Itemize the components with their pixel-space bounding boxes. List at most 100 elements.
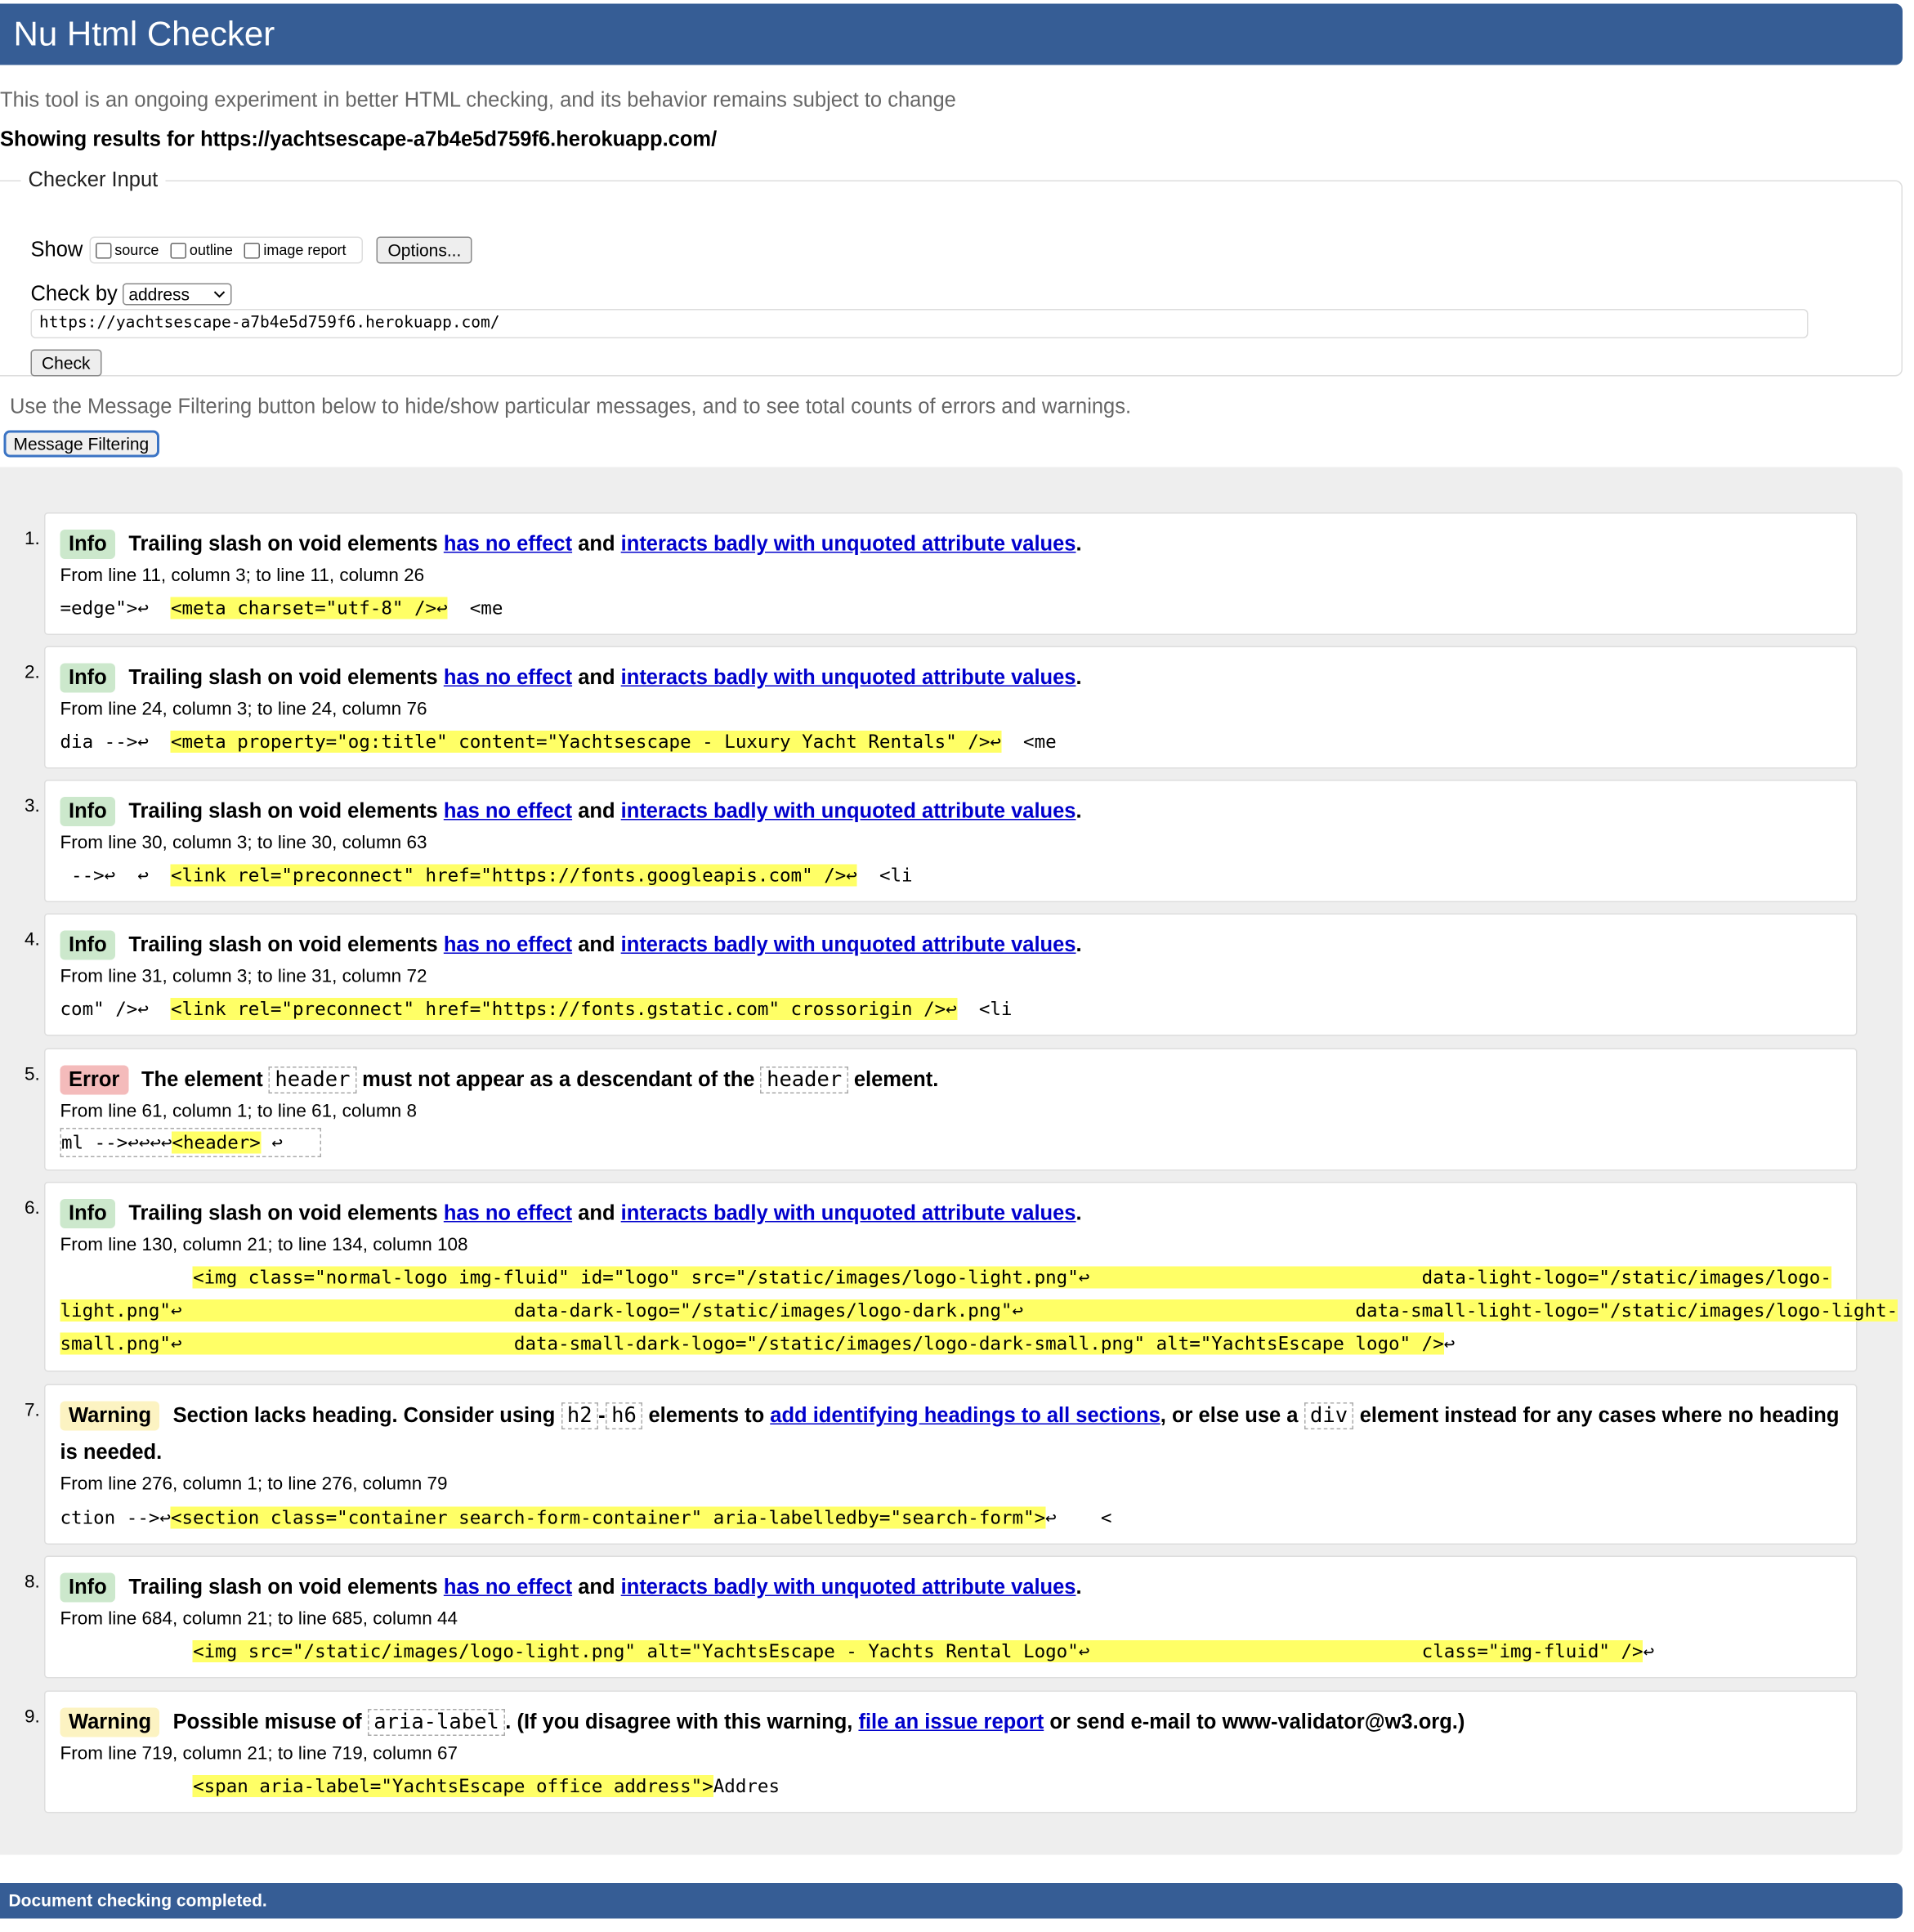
check-by-row: Check by address	[31, 282, 232, 306]
showing-results-text: Showing results for https://yachtsescape…	[0, 127, 718, 151]
add-headings-link[interactable]: add identifying headings to all sections	[770, 1404, 1160, 1428]
message-extract: com" />↩ <link rel="preconnect" href="ht…	[60, 993, 1759, 1026]
has-no-effect-link[interactable]: has no effect	[444, 799, 572, 823]
interacts-badly-link[interactable]: interacts badly with unquoted attribute …	[621, 1576, 1076, 1599]
extract-highlight: small.png"↩ data-small-dark-logo="/stati…	[60, 1332, 1444, 1355]
message-extract-line: light.png"↩ data-dark-logo="/static/imag…	[60, 1295, 1898, 1328]
message-location: From line 24, column 3; to line 24, colu…	[60, 699, 427, 720]
extract-context: ↩	[260, 1131, 283, 1154]
error-badge: Error	[60, 1065, 128, 1095]
message-part: .	[1076, 932, 1082, 957]
message-text: Info Trailing slash on void elements has…	[60, 1569, 1842, 1606]
code-token: aria-label	[367, 1709, 506, 1736]
extract-context: <li	[956, 998, 1013, 1020]
interacts-badly-link[interactable]: interacts badly with unquoted attribute …	[621, 799, 1076, 823]
message-item: 4. Info Trailing slash on void elements …	[25, 913, 1858, 1036]
extract-highlight: <img class="normal-logo img-fluid" id="l…	[193, 1266, 1831, 1289]
url-input[interactable]: https://yachtsescape-a7b4e5d759f6.heroku…	[30, 309, 1809, 338]
extract-context: ↩	[1443, 1332, 1456, 1355]
message-filtering-button[interactable]: Message Filtering	[3, 430, 159, 458]
outline-checkbox[interactable]: outline	[169, 241, 233, 259]
message-extract: -->↩ ↩ <link rel="preconnect" href="http…	[60, 860, 1759, 893]
options-button[interactable]: Options...	[376, 236, 472, 264]
message-part: elements to	[648, 1403, 765, 1428]
show-checkbox-group: source outline image report	[88, 236, 364, 264]
checkbox-box[interactable]	[95, 242, 111, 258]
interacts-badly-link[interactable]: interacts badly with unquoted attribute …	[621, 1201, 1076, 1225]
extract-context: ml -->↩↩↩↩	[61, 1131, 172, 1154]
message-location: From line 11, column 3; to line 11, colu…	[60, 565, 425, 587]
extract-highlight: <link rel="preconnect" href="https://fon…	[170, 864, 857, 887]
extract-highlight: <meta charset="utf-8" />↩	[170, 597, 448, 619]
message-number: 2.	[25, 662, 40, 683]
intro-text: This tool is an ongoing experiment in be…	[0, 88, 956, 112]
message-extract: dia -->↩ <meta property="og:title" conte…	[60, 726, 1759, 759]
message-number: 1.	[25, 528, 40, 550]
code-token: h2	[561, 1402, 599, 1429]
message-part: and	[578, 665, 615, 690]
extract-highlight: <section class="container search-form-co…	[170, 1506, 1046, 1529]
extract-highlight: <span aria-label="YachtsEscape office ad…	[193, 1775, 713, 1797]
message-number: 8.	[25, 1572, 40, 1593]
check-by-label: Check by	[30, 282, 118, 306]
message-part: Trailing slash on void elements	[128, 1201, 438, 1225]
code-token: header	[760, 1067, 848, 1093]
results-panel: 1. Info Trailing slash on void elements …	[0, 467, 1903, 1855]
file-issue-report-link[interactable]: file an issue report	[858, 1711, 1044, 1734]
image-report-checkbox[interactable]: image report	[244, 242, 346, 259]
info-badge: Info	[60, 663, 116, 693]
message-location: From line 31, column 3; to line 31, colu…	[60, 966, 427, 987]
message-part: must not appear as a descendant of the	[362, 1067, 755, 1092]
message-part: and	[578, 1201, 615, 1225]
check-button[interactable]: Check	[30, 349, 102, 377]
message-item: 8. Info Trailing slash on void elements …	[25, 1555, 1858, 1679]
extract-context: -->↩ ↩	[60, 864, 171, 887]
message-location: From line 130, column 21; to line 134, c…	[60, 1234, 468, 1256]
interacts-badly-link[interactable]: interacts badly with unquoted attribute …	[621, 933, 1076, 957]
interacts-badly-link[interactable]: interacts badly with unquoted attribute …	[621, 666, 1076, 690]
chevron-down-icon	[213, 290, 226, 297]
check-by-select[interactable]: address	[122, 283, 232, 306]
info-badge: Info	[60, 930, 116, 960]
message-item: 3. Info Trailing slash on void elements …	[25, 780, 1858, 902]
extract-highlight: light.png"↩ data-dark-logo="/static/imag…	[60, 1299, 1898, 1322]
message-item: 1. Info Trailing slash on void elements …	[25, 512, 1858, 635]
message-extract-line: small.png"↩ data-small-dark-logo="/stati…	[60, 1328, 1759, 1362]
filter-note: Use the Message Filtering button below t…	[10, 395, 1132, 418]
message-item: 7. Warning Section lacks heading. Consid…	[25, 1384, 1858, 1545]
message-location: From line 61, column 1; to line 61, colu…	[60, 1101, 417, 1122]
has-no-effect-link[interactable]: has no effect	[444, 1201, 572, 1225]
message-text: Error The element header must not appear…	[60, 1062, 1842, 1098]
message-part: element.	[853, 1067, 939, 1092]
extract-context: dia -->↩	[60, 731, 171, 753]
message-part: and	[578, 932, 615, 957]
message-number: 9.	[25, 1706, 40, 1728]
message-extract: <img src="/static/images/logo-light.png"…	[60, 1635, 1759, 1669]
interacts-badly-link[interactable]: interacts badly with unquoted attribute …	[621, 532, 1076, 556]
message-part: -	[598, 1403, 606, 1428]
message-location: From line 30, column 3; to line 30, colu…	[60, 832, 427, 854]
checkbox-box[interactable]	[169, 242, 186, 258]
top-header-bar: Nu Html Checker	[0, 3, 1903, 65]
message-part: or send e-mail to www-validator@w3.org.)	[1049, 1710, 1465, 1734]
checkbox-label: outline	[189, 241, 233, 259]
message-part: The element	[141, 1067, 263, 1092]
extract-context	[60, 1267, 194, 1289]
has-no-effect-link[interactable]: has no effect	[444, 1576, 572, 1599]
page-title: Nu Html Checker	[13, 15, 275, 53]
extract-highlight: <link rel="preconnect" href="https://fon…	[170, 998, 957, 1020]
has-no-effect-link[interactable]: has no effect	[444, 666, 572, 690]
source-checkbox[interactable]: source	[95, 242, 159, 259]
extract-context: Addres	[713, 1775, 780, 1797]
check-by-value: address	[128, 284, 190, 304]
message-number: 3.	[25, 795, 40, 817]
extract-context: =edge">↩	[60, 597, 171, 619]
has-no-effect-link[interactable]: has no effect	[444, 933, 572, 957]
message-part: .	[1076, 1201, 1082, 1225]
message-number: 4.	[25, 929, 40, 950]
completion-footer: Document checking completed.	[0, 1883, 1903, 1919]
has-no-effect-link[interactable]: has no effect	[444, 532, 572, 556]
extract-context: ↩	[1643, 1640, 1655, 1662]
checkbox-box[interactable]	[244, 242, 260, 258]
message-number: 6.	[25, 1197, 40, 1219]
